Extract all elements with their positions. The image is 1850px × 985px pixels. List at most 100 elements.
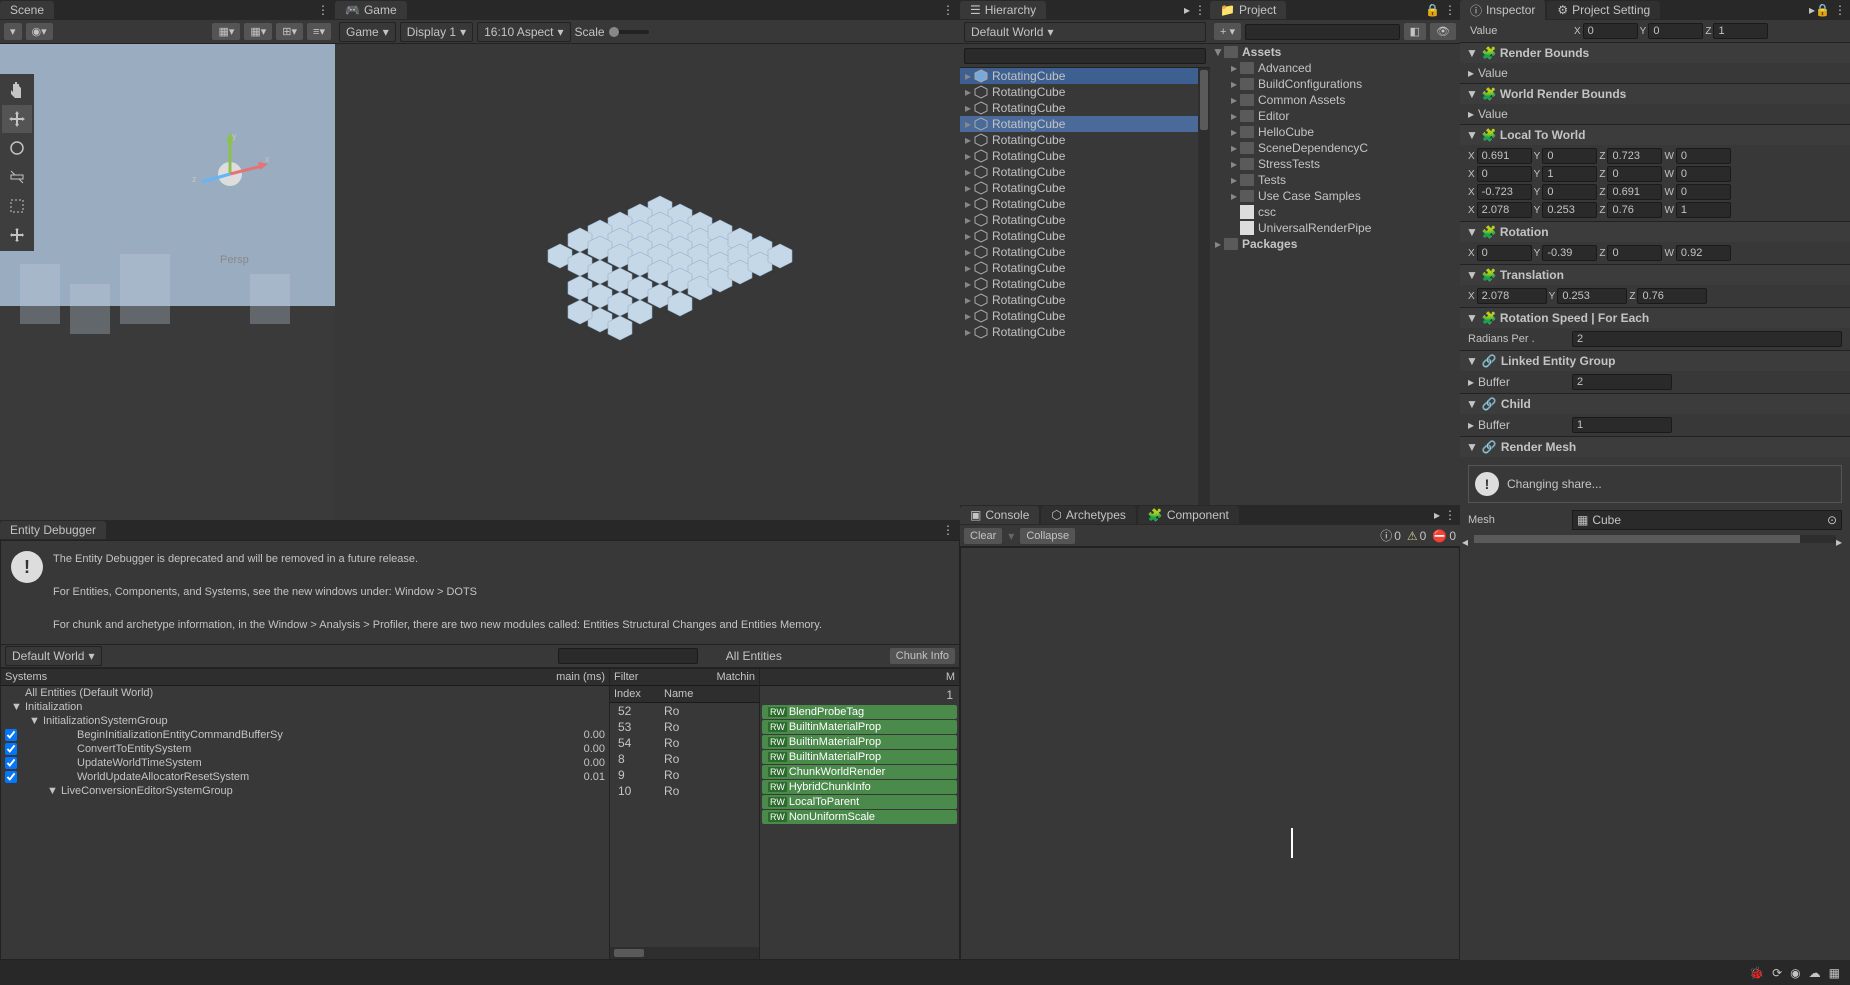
scale-tool[interactable]: [2, 163, 32, 191]
warn-count[interactable]: ⚠0: [1407, 529, 1426, 543]
project-packages[interactable]: ▸Packages: [1210, 236, 1460, 252]
linked-entity-group-header[interactable]: ▼🔗 Linked Entity Group: [1460, 350, 1850, 371]
component-tag[interactable]: RWChunkWorldRender: [762, 765, 957, 779]
hierarchy-item[interactable]: ▸RotatingCube: [960, 276, 1210, 292]
inspector-menu-icon[interactable]: ⋮: [1830, 3, 1850, 17]
inspector-lock-icon[interactable]: 🔒: [1815, 3, 1830, 17]
component-tag[interactable]: RWBuiltinMaterialProp: [762, 720, 957, 734]
lock-icon[interactable]: 🔒: [1425, 3, 1440, 17]
chunk-info-button[interactable]: Chunk Info: [890, 648, 955, 664]
game-tab[interactable]: 🎮 Game: [335, 1, 407, 19]
val-z[interactable]: [1713, 23, 1768, 39]
component-tag[interactable]: RWNonUniformScale: [762, 810, 957, 824]
archetypes-tab[interactable]: ⬡ Archetypes: [1041, 506, 1136, 524]
scene-shading-dropdown[interactable]: ▾: [4, 23, 22, 40]
entity-row[interactable]: 53Ro: [610, 719, 759, 735]
scale-slider[interactable]: [609, 30, 649, 34]
scene-2d-toggle[interactable]: ◉▾: [26, 23, 53, 40]
component-tag[interactable]: RWBuiltinMaterialProp: [762, 735, 957, 749]
rot-x[interactable]: [1477, 245, 1532, 261]
status-icon-4[interactable]: ☁: [1809, 966, 1821, 980]
status-icon-1[interactable]: 🐞: [1749, 966, 1764, 980]
project-menu-icon[interactable]: ⋮: [1440, 3, 1460, 17]
scene-grid-btn[interactable]: ▦▾: [212, 23, 240, 40]
child-header[interactable]: ▼🔗 Child: [1460, 393, 1850, 414]
project-folder[interactable]: ▸StressTests: [1210, 156, 1460, 172]
render-bounds-header[interactable]: ▼🧩 Render Bounds: [1460, 42, 1850, 63]
rotation-header[interactable]: ▼🧩 Rotation: [1460, 221, 1850, 242]
entity-row[interactable]: 9Ro: [610, 767, 759, 783]
local-to-world-header[interactable]: ▼🧩 Local To World: [1460, 124, 1850, 145]
system-row[interactable]: ▼ InitializationSystemGroup: [1, 714, 609, 728]
system-row[interactable]: ConvertToEntitySystem0.00: [1, 742, 609, 756]
hierarchy-tab[interactable]: ☰ Hierarchy: [960, 1, 1046, 19]
system-row[interactable]: ▼ LiveConversionEditorSystemGroup: [1, 784, 609, 798]
project-folder[interactable]: ▸Advanced: [1210, 60, 1460, 76]
component-tag[interactable]: RWBuiltinMaterialProp: [762, 750, 957, 764]
scene-snap-btn[interactable]: ▦▾: [244, 23, 272, 40]
game-menu-icon[interactable]: ⋮: [936, 3, 960, 17]
scene-handle-btn[interactable]: ⊞▾: [276, 23, 303, 40]
status-icon-3[interactable]: ◉: [1790, 966, 1800, 980]
collapse-button[interactable]: Collapse: [1020, 528, 1075, 544]
world-render-bounds-header[interactable]: ▼🧩 World Render Bounds: [1460, 83, 1850, 104]
system-row[interactable]: WorldUpdateAllocatorResetSystem0.01: [1, 770, 609, 784]
hierarchy-item[interactable]: ▸RotatingCube: [960, 308, 1210, 324]
rot-w[interactable]: [1676, 245, 1731, 261]
ltw-0-x[interactable]: [1477, 148, 1532, 164]
rect-tool[interactable]: [2, 192, 32, 220]
ltw-0-z[interactable]: [1607, 148, 1662, 164]
game-camera-dropdown[interactable]: Game ▾: [339, 22, 396, 42]
project-folder[interactable]: ▸Editor: [1210, 108, 1460, 124]
ltw-3-y[interactable]: [1542, 202, 1597, 218]
project-folder[interactable]: ▸Tests: [1210, 172, 1460, 188]
status-icon-2[interactable]: ⟳: [1772, 966, 1782, 980]
hierarchy-item[interactable]: ▸RotatingCube: [960, 100, 1210, 116]
hierarchy-item[interactable]: ▸RotatingCube: [960, 148, 1210, 164]
aspect-dropdown[interactable]: 16:10 Aspect ▾: [477, 22, 570, 42]
ltw-3-x[interactable]: [1477, 202, 1532, 218]
project-folder[interactable]: ▸Common Assets: [1210, 92, 1460, 108]
project-file[interactable]: csc: [1210, 204, 1460, 220]
child-buffer-input[interactable]: [1572, 417, 1672, 433]
trans-y[interactable]: [1557, 288, 1627, 304]
status-icon-5[interactable]: ▦: [1829, 966, 1840, 980]
project-tab[interactable]: 📁 Project: [1210, 1, 1286, 19]
entity-row[interactable]: 8Ro: [610, 751, 759, 767]
filter-icon[interactable]: ◧: [1404, 23, 1426, 40]
ltw-2-x[interactable]: [1477, 184, 1532, 200]
info-count[interactable]: ⓘ0: [1380, 527, 1401, 544]
project-file[interactable]: UniversalRenderPipe: [1210, 220, 1460, 236]
error-count[interactable]: ⛔0: [1432, 529, 1456, 543]
hierarchy-item[interactable]: ▸RotatingCube: [960, 132, 1210, 148]
entity-row[interactable]: 10Ro: [610, 783, 759, 799]
scene-viewport[interactable]: y x z Persp: [0, 44, 335, 520]
project-assets-root[interactable]: ▼Assets: [1210, 44, 1460, 60]
ltw-0-y[interactable]: [1542, 148, 1597, 164]
hand-tool[interactable]: [2, 76, 32, 104]
hierarchy-item[interactable]: ▸RotatingCube: [960, 228, 1210, 244]
component-tag[interactable]: RWBlendProbeTag: [762, 705, 957, 719]
component-tag[interactable]: RWLocalToParent: [762, 795, 957, 809]
hierarchy-item[interactable]: ▸RotatingCube: [960, 84, 1210, 100]
rotation-speed-header[interactable]: ▼🧩 Rotation Speed | For Each: [1460, 307, 1850, 328]
debugger-search[interactable]: [558, 648, 698, 664]
val-y[interactable]: [1648, 23, 1703, 39]
world-dropdown[interactable]: Default World ▾: [5, 646, 102, 666]
create-button[interactable]: + ▾: [1214, 23, 1241, 40]
hierarchy-item[interactable]: ▸RotatingCube: [960, 212, 1210, 228]
scene-tab[interactable]: Scene: [0, 1, 54, 19]
scene-gizmo[interactable]: y x z: [180, 124, 260, 204]
move-tool[interactable]: [2, 105, 32, 133]
project-folder[interactable]: ▸BuildConfigurations: [1210, 76, 1460, 92]
project-settings-tab[interactable]: ⚙ Project Setting: [1547, 1, 1660, 19]
project-folder[interactable]: ▸Use Case Samples: [1210, 188, 1460, 204]
translation-header[interactable]: ▼🧩 Translation: [1460, 264, 1850, 285]
ltw-2-w[interactable]: [1676, 184, 1731, 200]
ltw-1-w[interactable]: [1676, 166, 1731, 182]
scene-grid-settings[interactable]: ≡▾: [307, 23, 331, 40]
rot-z[interactable]: [1607, 245, 1662, 261]
hierarchy-menu-icon[interactable]: ⋮: [1190, 3, 1210, 17]
trans-z[interactable]: [1637, 288, 1707, 304]
system-row[interactable]: UpdateWorldTimeSystem0.00: [1, 756, 609, 770]
